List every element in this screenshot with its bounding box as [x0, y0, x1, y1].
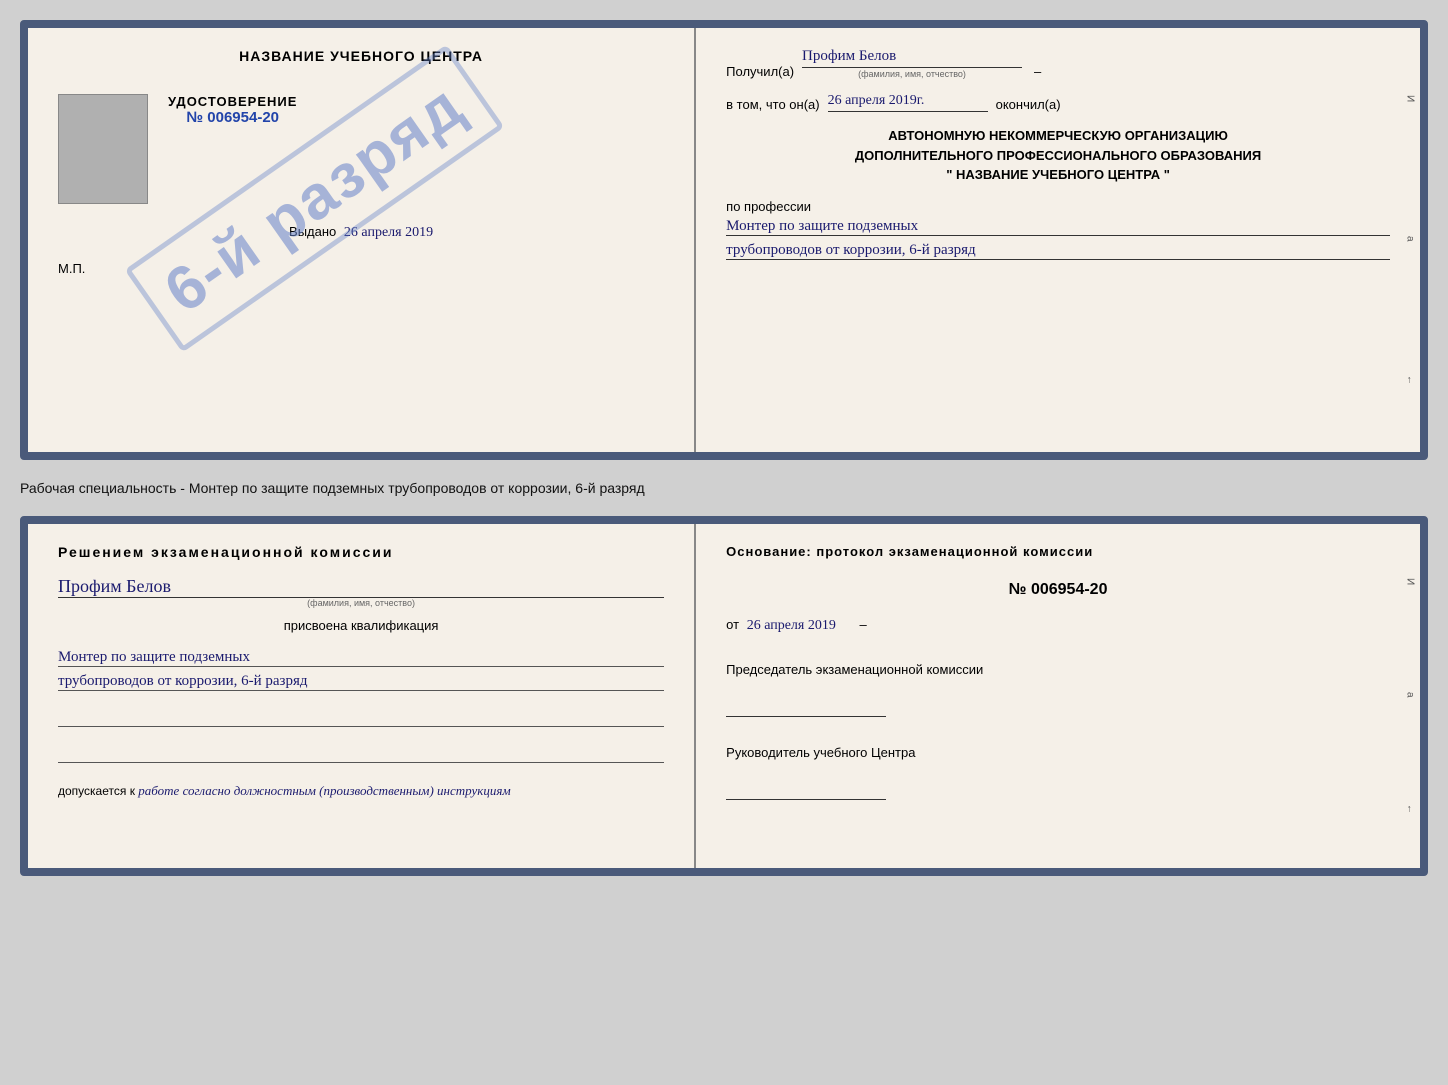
bottom-side-char-a: а — [1405, 692, 1416, 698]
vtom-label: в том, что он(а) — [726, 97, 819, 112]
name-block: Профим Белов (фамилия, имя, отчество) — [58, 576, 664, 608]
date-block: от 26 апреля 2019 – — [726, 617, 1390, 634]
empty-line2 — [58, 743, 664, 763]
ot-date: 26 апреля 2019 — [747, 618, 836, 633]
predsed-label: Председатель экзаменационной комиссии — [726, 662, 1390, 677]
udost-number: № 006954-20 — [168, 109, 297, 126]
bottom-cert-left: Решением экзаменационной комиссии Профим… — [28, 524, 696, 868]
side-char-i: И — [1405, 95, 1416, 102]
top-cert-left: НАЗВАНИЕ УЧЕБНОГО ЦЕНТРА УДОСТОВЕРЕНИЕ №… — [28, 28, 696, 452]
kvali-block: Монтер по защите подземных трубопроводов… — [58, 643, 664, 691]
top-cert-right: Получил(а) Профим Белов (фамилия, имя, о… — [696, 28, 1420, 452]
side-char-arrow: ← — [1405, 375, 1416, 385]
osnov-title: Основание: протокол экзаменационной коми… — [726, 544, 1390, 559]
rukov-label: Руководитель учебного Центра — [726, 745, 1390, 760]
kvali-line2: трубопроводов от коррозии, 6-й разряд — [58, 673, 664, 691]
dopusk-block: допускается к работе согласно должностны… — [58, 783, 664, 799]
dash2: – — [859, 617, 866, 632]
dash1: – — [1034, 64, 1041, 79]
org-line1: АВТОНОМНУЮ НЕКОММЕРЧЕСКУЮ ОРГАНИЗАЦИЮ — [726, 126, 1390, 146]
org-block: АВТОНОМНУЮ НЕКОММЕРЧЕСКУЮ ОРГАНИЗАЦИЮ ДО… — [726, 126, 1390, 185]
bottom-certificate: Решением экзаменационной комиссии Профим… — [20, 516, 1428, 876]
poluchil-hint: (фамилия, имя, отчество) — [802, 69, 1022, 79]
photo-placeholder — [58, 94, 148, 204]
profession-line2: трубопроводов от коррозии, 6-й разряд — [726, 242, 1390, 260]
mp-label: М.П. — [58, 261, 85, 276]
rukov-signature — [726, 780, 886, 800]
okonchil-label: окончил(а) — [996, 97, 1061, 112]
predsed-block: Председатель экзаменационной комиссии — [726, 662, 1390, 717]
page-container: НАЗВАНИЕ УЧЕБНОГО ЦЕНТРА УДОСТОВЕРЕНИЕ №… — [20, 20, 1428, 876]
vydano-block: Выдано 26 апреля 2019 — [289, 224, 433, 241]
dopusk-label: допускается к — [58, 784, 135, 798]
vtom-date: 26 апреля 2019г. — [828, 93, 988, 112]
profession-label: по профессии — [726, 199, 1390, 214]
side-lines: И а ← — [1400, 28, 1420, 452]
org-line3: " НАЗВАНИЕ УЧЕБНОГО ЦЕНТРА " — [726, 165, 1390, 185]
ot-label: от — [726, 617, 739, 632]
org-line2: ДОПОЛНИТЕЛЬНОГО ПРОФЕССИОНАЛЬНОГО ОБРАЗО… — [726, 146, 1390, 166]
side-char-a: а — [1405, 236, 1416, 242]
name-hint: (фамилия, имя, отчество) — [58, 598, 664, 608]
bottom-side-char-arrow: ← — [1405, 804, 1416, 814]
bottom-side-lines: И а ← — [1400, 524, 1420, 868]
top-cert-title: НАЗВАНИЕ УЧЕБНОГО ЦЕНТРА — [239, 48, 483, 64]
predsed-signature — [726, 697, 886, 717]
profession-line1: Монтер по защите подземных — [726, 218, 1390, 236]
poluchil-value: Профим Белов — [802, 48, 1022, 68]
udost-block: УДОСТОВЕРЕНИЕ № 006954-20 — [168, 94, 297, 204]
udost-title: УДОСТОВЕРЕНИЕ — [168, 94, 297, 109]
profession-block: по профессии Монтер по защите подземных … — [726, 199, 1390, 260]
poluchil-row: Получил(а) Профим Белов (фамилия, имя, о… — [726, 48, 1390, 79]
top-certificate: НАЗВАНИЕ УЧЕБНОГО ЦЕНТРА УДОСТОВЕРЕНИЕ №… — [20, 20, 1428, 460]
empty-line1 — [58, 707, 664, 727]
name-value: Профим Белов — [58, 576, 664, 598]
vtom-row: в том, что он(а) 26 апреля 2019г. окончи… — [726, 93, 1390, 112]
dopusk-value: работе согласно должностным (производств… — [138, 783, 510, 798]
kvali-label: присвоена квалификация — [58, 618, 664, 633]
kvali-line1: Монтер по защите подземных — [58, 649, 664, 667]
decision-title: Решением экзаменационной комиссии — [58, 544, 664, 560]
bottom-side-char-i: И — [1405, 578, 1416, 585]
specialty-line: Рабочая специальность - Монтер по защите… — [20, 472, 1428, 504]
number-block: № 006954-20 — [726, 581, 1390, 599]
vydano-label: Выдано — [289, 224, 336, 239]
vydano-date: 26 апреля 2019 — [344, 225, 433, 240]
poluchil-label: Получил(а) — [726, 64, 794, 79]
bottom-cert-right: Основание: протокол экзаменационной коми… — [696, 524, 1420, 868]
rukov-block: Руководитель учебного Центра — [726, 745, 1390, 800]
